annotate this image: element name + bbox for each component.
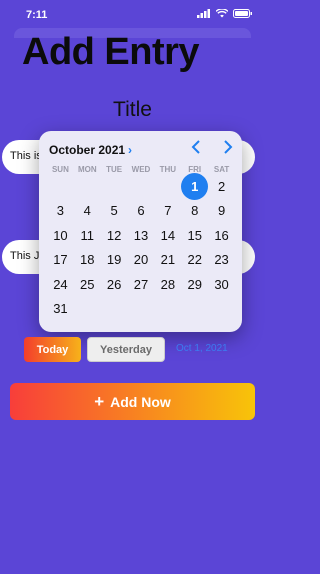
page-title: Add Entry [22, 31, 200, 73]
weekday-label: MON [77, 165, 97, 174]
calendar-day-label: 1 [191, 178, 199, 194]
yesterday-button[interactable]: Yesterday [87, 337, 165, 362]
calendar-day[interactable]: 21 [154, 248, 181, 273]
calendar-day[interactable]: 10 [47, 223, 74, 248]
calendar-empty-cell [74, 297, 101, 322]
calendar-day[interactable]: 31 [47, 297, 74, 322]
calendar-day[interactable]: 24 [47, 272, 74, 297]
calendar-day[interactable]: 22 [181, 248, 208, 273]
next-month-button[interactable] [223, 138, 233, 159]
calendar-day[interactable]: 25 [74, 272, 101, 297]
chevron-right-icon: › [128, 143, 133, 157]
weekday-label: SAT [213, 165, 230, 174]
calendar-day[interactable]: 15 [181, 223, 208, 248]
calendar-day[interactable]: 26 [101, 272, 128, 297]
add-now-label: Add Now [110, 393, 171, 410]
selected-date-button[interactable]: Oct 1, 2021 [176, 343, 228, 354]
calendar-empty-cell [154, 297, 181, 322]
calendar-empty-cell [128, 174, 155, 199]
calendar-day[interactable]: 2 [208, 174, 235, 199]
status-time: 7:11 [26, 9, 48, 21]
calendar-day[interactable]: 20 [128, 248, 155, 273]
calendar-empty-cell [208, 297, 235, 322]
calendar-empty-cell [128, 297, 155, 322]
battery-icon [233, 9, 252, 18]
chevron-left-icon [191, 140, 200, 154]
calendar-day[interactable]: 9 [208, 199, 235, 224]
calendar-day[interactable]: 11 [74, 223, 101, 248]
today-button[interactable]: Today [24, 337, 81, 362]
calendar-empty-cell [181, 297, 208, 322]
calendar-empty-cell [101, 297, 128, 322]
calendar-day[interactable]: 16 [208, 223, 235, 248]
plus-icon: + [94, 391, 105, 411]
calendar-day[interactable]: 5 [101, 199, 128, 224]
calendar-empty-cell [74, 174, 101, 199]
calendar-day[interactable]: 7 [154, 199, 181, 224]
calendar-day[interactable]: 27 [128, 272, 155, 297]
title-label: Title [113, 98, 152, 121]
wifi-icon [216, 9, 228, 18]
calendar-empty-cell [101, 174, 128, 199]
weekday-header-row: SUN MON TUE WED THU FRI SAT [47, 165, 235, 174]
calendar-day[interactable]: 19 [101, 248, 128, 273]
add-now-button[interactable]: + Add Now [10, 383, 255, 420]
calendar-day[interactable]: 18 [74, 248, 101, 273]
calendar-day[interactable]: 14 [154, 223, 181, 248]
weekday-label: SUN [51, 165, 69, 174]
previous-month-button[interactable] [191, 138, 201, 159]
calendar-day[interactable]: 17 [47, 248, 74, 273]
calendar-day-grid[interactable]: 1 2 3 4 5 6 7 8 9 10 11 12 13 14 15 16 17 18 19 20 21 22 23 24 2… [47, 172, 235, 322]
calendar-day[interactable]: 13 [128, 223, 155, 248]
cellular-signal-icon [197, 9, 210, 18]
calendar-empty-cell [154, 174, 181, 199]
calendar-day-selected[interactable]: 1 [181, 172, 209, 200]
month-year-label: October 2021 [49, 143, 126, 157]
month-year-button[interactable]: October 2021 › [49, 143, 132, 157]
calendar-day[interactable]: 8 [181, 199, 208, 224]
status-bar: 7:11 [0, 0, 265, 30]
chevron-right-icon [224, 140, 233, 154]
status-icons [197, 9, 253, 18]
calendar-empty-cell [47, 174, 74, 199]
calendar-day[interactable]: 23 [208, 248, 235, 273]
weekday-label: TUE [106, 165, 123, 174]
calendar-day[interactable]: 3 [47, 199, 74, 224]
calendar-day[interactable]: 4 [74, 199, 101, 224]
date-picker-popover[interactable]: October 2021 › SUN MON TUE WED THU FRI SAT 1234… [39, 131, 242, 332]
weekday-label: THU [159, 165, 177, 174]
calendar-day[interactable]: 29 [181, 272, 208, 297]
calendar-day[interactable]: 6 [128, 199, 155, 224]
calendar-day[interactable]: 28 [154, 272, 181, 297]
calendar-day[interactable]: 30 [208, 272, 235, 297]
calendar-day[interactable]: 12 [101, 223, 128, 248]
weekday-label: WED [131, 165, 151, 174]
